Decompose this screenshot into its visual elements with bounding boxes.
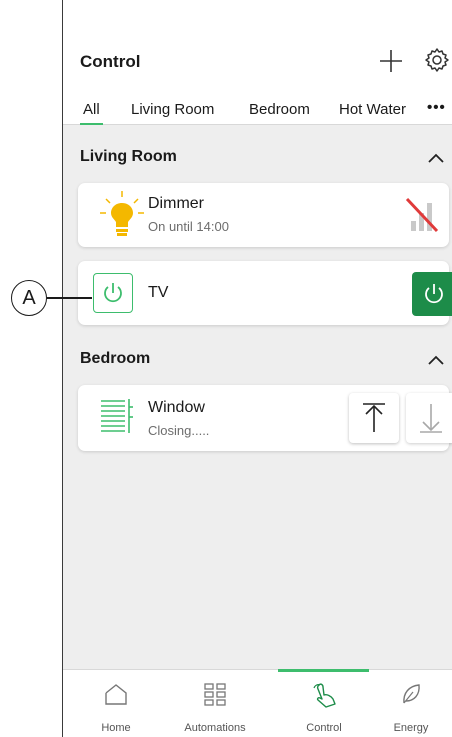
chevron-up-icon[interactable] bbox=[427, 354, 445, 366]
nav-home[interactable]: Home bbox=[66, 670, 166, 737]
section-title-living-room: Living Room bbox=[80, 148, 177, 165]
tab-all[interactable]: All bbox=[80, 101, 103, 125]
home-icon bbox=[105, 684, 127, 705]
device-name: TV bbox=[148, 284, 169, 301]
device-card-dimmer[interactable]: Dimmer On until 14:00 bbox=[78, 183, 449, 247]
nav-label: Energy bbox=[393, 722, 429, 734]
device-status: On until 14:00 bbox=[148, 219, 229, 234]
nav-label: Control bbox=[306, 722, 342, 734]
chevron-up-icon[interactable] bbox=[427, 152, 445, 164]
nav-automations[interactable]: Automations bbox=[165, 670, 265, 737]
more-tabs-icon[interactable]: ••• bbox=[427, 99, 446, 116]
blinds-icon bbox=[101, 399, 133, 433]
device-card-tv[interactable]: TV bbox=[78, 261, 452, 325]
nav-control[interactable]: Control bbox=[274, 670, 374, 737]
callout-label: A bbox=[11, 280, 47, 316]
app-screen: Control All Living Room Bedroom Hot Wate… bbox=[62, 0, 452, 737]
bottom-nav: Home Automations Control Energy bbox=[63, 669, 452, 737]
grid-icon bbox=[204, 683, 226, 706]
section-title-bedroom: Bedroom bbox=[80, 350, 151, 367]
nav-energy[interactable]: Energy bbox=[361, 670, 452, 737]
tab-hot-water[interactable]: Hot Water bbox=[339, 101, 406, 118]
nav-label: Home bbox=[101, 722, 131, 734]
device-card-window[interactable]: Window Closing..... bbox=[78, 385, 452, 451]
page-title: Control bbox=[80, 52, 141, 71]
leaf-icon bbox=[403, 684, 420, 704]
power-icon bbox=[425, 284, 443, 304]
tv-power-toggle[interactable] bbox=[93, 273, 133, 313]
plus-icon[interactable] bbox=[378, 48, 404, 74]
tab-living-room[interactable]: Living Room bbox=[131, 101, 214, 118]
hand-pointer-icon bbox=[313, 683, 336, 708]
callout-line bbox=[47, 297, 92, 299]
open-blinds-button[interactable] bbox=[349, 393, 399, 443]
device-status: Closing..... bbox=[148, 423, 210, 438]
lightbulb-icon bbox=[100, 191, 144, 236]
device-name: Window bbox=[148, 399, 205, 416]
close-blinds-button[interactable] bbox=[406, 393, 452, 443]
tv-power-button[interactable] bbox=[412, 272, 452, 316]
power-icon bbox=[104, 283, 122, 303]
nav-label: Automations bbox=[184, 722, 246, 734]
signal-off-icon[interactable] bbox=[405, 197, 439, 233]
device-name: Dimmer bbox=[148, 195, 204, 212]
close-down-icon bbox=[420, 404, 442, 433]
header: Control All Living Room Bedroom Hot Wate… bbox=[63, 0, 452, 125]
open-up-icon bbox=[363, 403, 385, 432]
gear-icon[interactable] bbox=[423, 46, 451, 74]
tab-bedroom[interactable]: Bedroom bbox=[249, 101, 310, 118]
